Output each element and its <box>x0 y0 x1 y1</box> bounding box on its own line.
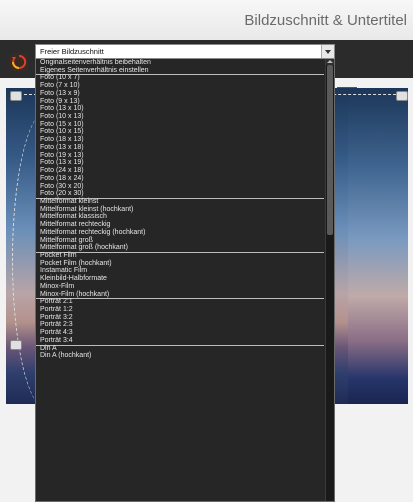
crop-ratio-select[interactable]: Freier Bildzuschnitt <box>35 44 335 59</box>
scroll-thumb[interactable] <box>327 65 333 235</box>
dropdown-option[interactable]: Porträt 2:1 <box>36 298 334 306</box>
dropdown-option[interactable]: Foto (13 x 18) <box>36 144 334 152</box>
dropdown-scrollbar[interactable] <box>325 59 334 501</box>
crop-handle-top-left[interactable] <box>10 91 22 101</box>
dropdown-option[interactable]: Din A <box>36 345 334 353</box>
dropdown-option[interactable]: Pocket Film <box>36 252 334 260</box>
window-title: Bildzuschnitt & Untertitel <box>244 12 407 29</box>
dropdown-option[interactable]: Mittelformat rechteckig (hochkant) <box>36 229 334 237</box>
dropdown-option[interactable]: Din A (hochkant) <box>36 352 334 360</box>
dropdown-option[interactable]: Porträt 2:3 <box>36 321 334 329</box>
dropdown-option[interactable]: Mittelformat klassisch <box>36 213 334 221</box>
dropdown-option[interactable]: Kleinbild-Halbformate <box>36 275 334 283</box>
dropdown-option[interactable]: Instamatic Film <box>36 267 334 275</box>
dropdown-option[interactable]: Eigenes Seitenverhältnis einstellen <box>36 67 334 76</box>
rotate-icon <box>12 54 27 69</box>
dropdown-option[interactable]: Foto (10 x 13) <box>36 113 334 121</box>
rotate-button[interactable] <box>10 53 28 71</box>
dropdown-option[interactable]: Foto (19 x 13) <box>36 152 334 160</box>
dropdown-option[interactable]: Foto (15 x 10) <box>36 121 334 129</box>
crop-ratio-dropdown: Originalseitenverhältnis beibehalten Eige… <box>35 59 335 502</box>
chevron-down-icon[interactable] <box>321 45 334 58</box>
dropdown-option[interactable]: Foto (10 x 15) <box>36 128 334 136</box>
dropdown-option[interactable]: Foto (18 x 13) <box>36 136 334 144</box>
crop-handle-bottom-left[interactable] <box>10 340 22 350</box>
dropdown-option[interactable]: Pocket Film (hochkant) <box>36 260 334 268</box>
title-bar: Bildzuschnitt & Untertitel <box>0 0 413 41</box>
dropdown-option[interactable]: Mittelformat groß (hochkant) <box>36 244 334 253</box>
dropdown-option[interactable]: Originalseitenverhältnis beibehalten <box>36 59 334 67</box>
dropdown-option[interactable]: Porträt 1:2 <box>36 306 334 314</box>
crop-ratio-value: Freier Bildzuschnitt <box>40 47 104 56</box>
dropdown-list: Originalseitenverhältnis beibehalten Eige… <box>36 59 334 360</box>
dropdown-option[interactable]: Foto (9 x 13) <box>36 98 334 106</box>
dropdown-option[interactable]: Porträt 3:2 <box>36 314 334 322</box>
dropdown-option[interactable]: Foto (13 x 9) <box>36 90 334 98</box>
dropdown-option[interactable]: Porträt 3:4 <box>36 337 334 346</box>
dropdown-option[interactable]: Mittelformat rechteckig <box>36 221 334 229</box>
dropdown-option[interactable]: Foto (30 x 20) <box>36 183 334 191</box>
dropdown-option[interactable]: Foto (13 x 19) <box>36 159 334 167</box>
dropdown-option[interactable]: Porträt 4:3 <box>36 329 334 337</box>
dropdown-option[interactable]: Foto (24 x 18) <box>36 167 334 175</box>
dropdown-option[interactable]: Mittelformat groß <box>36 237 334 245</box>
dropdown-option[interactable]: Minox-Film (hochkant) <box>36 291 334 299</box>
dropdown-option[interactable]: Foto (20 x 30) <box>36 190 334 199</box>
dropdown-option[interactable]: Foto (13 x 10) <box>36 105 334 113</box>
dropdown-option[interactable]: Mittelformat kleinst (hochkant) <box>36 206 334 214</box>
dropdown-option[interactable]: Mittelformat kleinst <box>36 198 334 206</box>
dropdown-option[interactable]: Foto (18 x 24) <box>36 175 334 183</box>
dropdown-option[interactable]: Foto (7 x 10) <box>36 82 334 90</box>
dropdown-option[interactable]: Foto (10 x 7) <box>36 74 334 82</box>
crop-handle-top-right[interactable] <box>396 91 408 101</box>
dropdown-option[interactable]: Minox-Film <box>36 283 334 291</box>
